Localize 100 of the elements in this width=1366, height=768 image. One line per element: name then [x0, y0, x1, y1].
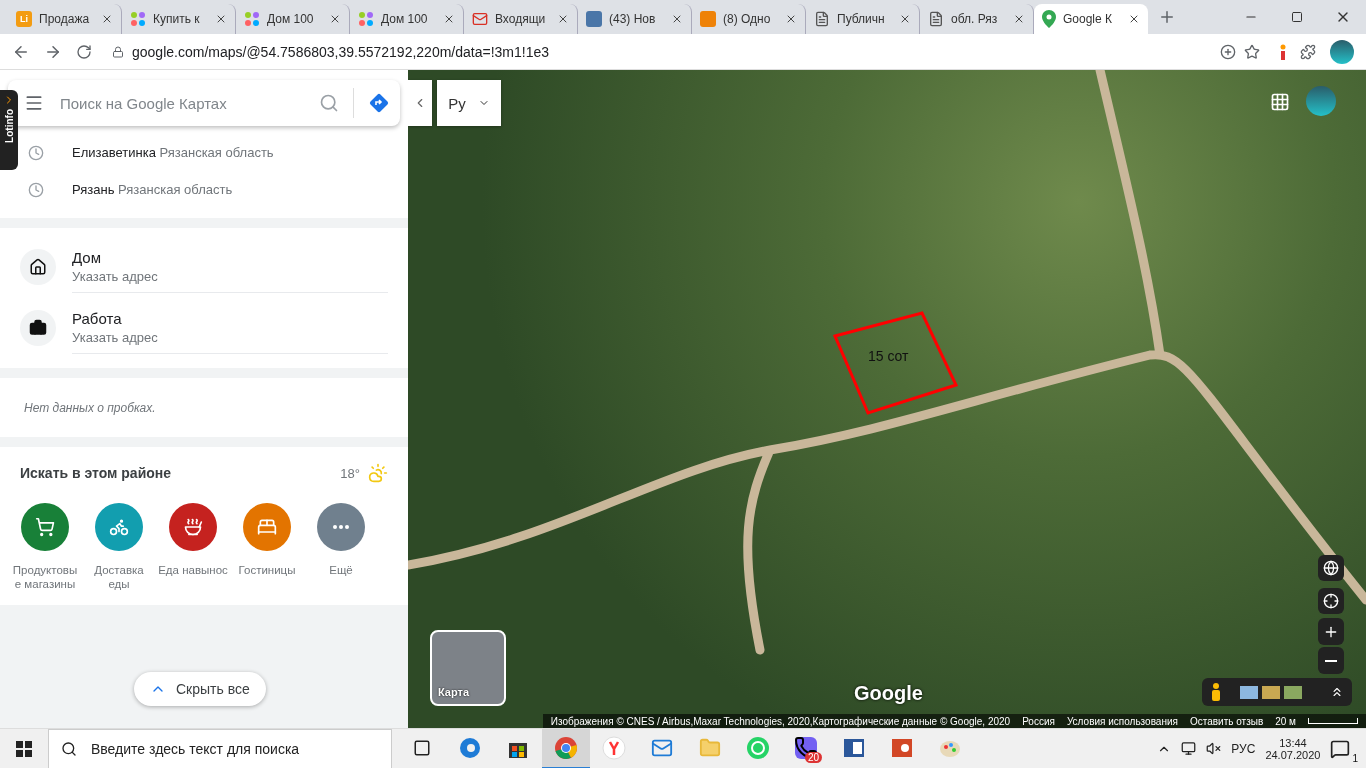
- globe-button[interactable]: [1318, 555, 1344, 581]
- ok-favicon-icon: [700, 11, 716, 27]
- pegman-icon[interactable]: [1210, 682, 1222, 702]
- category-button[interactable]: Еда навынос: [156, 503, 230, 591]
- plot-label: 15 сот: [868, 348, 909, 364]
- category-button[interactable]: Гостиницы: [230, 503, 304, 591]
- bookmark-star-icon[interactable]: [1244, 43, 1260, 60]
- input-language[interactable]: РУС: [1231, 741, 1256, 756]
- new-tab-icon[interactable]: [1158, 8, 1176, 26]
- saved-place-item[interactable]: Дом Указать адрес: [0, 236, 408, 297]
- info-icon[interactable]: [1280, 43, 1286, 60]
- yandex-browser-icon: [602, 735, 626, 760]
- attribution-link[interactable]: Оставить отзыв: [1189, 715, 1264, 727]
- layer-thumbnail[interactable]: [1240, 685, 1258, 699]
- volume-muted-icon[interactable]: [1206, 741, 1222, 756]
- layers-bar[interactable]: [1202, 678, 1352, 706]
- reload-icon[interactable]: [76, 43, 92, 60]
- viber-icon: [794, 735, 818, 760]
- category-button[interactable]: Ещё: [304, 503, 378, 591]
- close-icon[interactable]: [329, 13, 341, 25]
- map-pin-icon: [1042, 10, 1056, 28]
- layer-thumbnail[interactable]: [1262, 685, 1280, 699]
- apps-grid-icon[interactable]: [1270, 92, 1290, 112]
- attribution-link[interactable]: Россия: [1022, 715, 1055, 727]
- recent-search-item[interactable]: Елизаветинка Рязанская область: [22, 134, 408, 171]
- taskbar-search-field[interactable]: Введите здесь текст для поиска: [89, 739, 391, 758]
- category-button[interactable]: Продуктовы е магазины: [8, 503, 82, 591]
- briefcase-icon: [29, 318, 47, 337]
- close-icon[interactable]: [101, 13, 113, 25]
- taskbar-search-bar[interactable]: Введите здесь текст для поиска: [48, 728, 392, 768]
- close-icon[interactable]: [557, 13, 569, 25]
- clock[interactable]: 13:44 24.07.2020: [1265, 736, 1321, 761]
- zoom-out-button[interactable]: [1318, 647, 1344, 674]
- google-logo: Google: [854, 682, 923, 705]
- zoom-in-button[interactable]: [1318, 618, 1344, 645]
- bike-icon: [109, 517, 129, 537]
- profile-avatar[interactable]: [1330, 39, 1354, 64]
- notification-button[interactable]: 1: [1330, 733, 1358, 764]
- close-icon[interactable]: [1013, 13, 1025, 25]
- dots-favicon-icon: [130, 11, 146, 27]
- cart-icon: [35, 517, 55, 537]
- close-icon[interactable]: [215, 13, 227, 25]
- site-favicon: Li: [16, 11, 32, 27]
- close-icon[interactable]: [671, 13, 683, 25]
- clock-icon: [28, 144, 44, 161]
- attribution-link[interactable]: Условия использования: [1066, 715, 1178, 727]
- whatsapp-icon: [746, 735, 770, 760]
- layer-thumbnail[interactable]: [1284, 685, 1302, 699]
- maximize-icon[interactable]: [1291, 11, 1303, 23]
- task-view-icon: [413, 738, 431, 757]
- network-icon[interactable]: [1181, 741, 1197, 756]
- weather-icon: [368, 463, 388, 483]
- bowl-icon: [183, 517, 203, 537]
- crosshair-icon: [1323, 593, 1339, 609]
- bed-icon: [257, 517, 277, 537]
- dots-favicon-icon: [358, 11, 374, 27]
- windows-icon: [16, 740, 32, 757]
- word-icon: [843, 736, 865, 759]
- close-icon[interactable]: [1128, 13, 1140, 25]
- menu-icon[interactable]: [24, 93, 44, 113]
- close-icon[interactable]: [785, 13, 797, 25]
- mail-icon: [472, 11, 488, 27]
- search-icon: [61, 740, 77, 757]
- traffic-note: Нет данных о пробках.: [23, 399, 157, 417]
- lock-icon: [112, 45, 124, 58]
- close-icon[interactable]: [899, 13, 911, 25]
- my-location-button[interactable]: [1318, 588, 1344, 614]
- edge-icon: [459, 736, 481, 759]
- more-icon: [333, 525, 349, 529]
- browser-tab[interactable]: Google К: [1034, 4, 1148, 34]
- section-title: Искать в этом районе: [20, 465, 173, 481]
- hide-all-button[interactable]: Скрыть все: [134, 672, 266, 706]
- extensions-icon[interactable]: [1300, 43, 1316, 60]
- category-button[interactable]: Доставка еды: [82, 503, 156, 591]
- vk-favicon-icon: [586, 11, 602, 27]
- close-icon[interactable]: [443, 13, 455, 25]
- folder-icon: [699, 736, 721, 759]
- notification-icon: [1330, 738, 1351, 759]
- temperature: 18°: [340, 465, 360, 481]
- minus-icon: [1325, 659, 1337, 662]
- chrome-icon: [554, 735, 578, 760]
- clock-icon: [28, 181, 44, 198]
- extension-tab[interactable]: Lotinfo: [0, 90, 18, 170]
- language-select[interactable]: Ру: [437, 80, 501, 126]
- unread-count: 20: [804, 751, 822, 763]
- map-layer-button[interactable]: Карта: [430, 630, 506, 706]
- search-icon[interactable]: [319, 93, 339, 113]
- home-icon: [29, 257, 47, 276]
- powerpoint-icon: [891, 736, 913, 759]
- expand-icon[interactable]: [1330, 685, 1344, 699]
- recent-search-item[interactable]: Рязань Рязанская область: [22, 171, 408, 208]
- globe-icon: [1323, 560, 1339, 576]
- notification-count: 1: [1352, 752, 1358, 764]
- add-circle-icon[interactable]: [1220, 43, 1236, 60]
- taskbar-app[interactable]: 20: [782, 728, 830, 768]
- scale-bar: [1308, 718, 1358, 724]
- saved-place-item[interactable]: Работа Указать адрес: [0, 297, 408, 358]
- dots-favicon-icon: [244, 11, 260, 27]
- document-icon: [928, 11, 944, 27]
- document-icon: [814, 11, 830, 27]
